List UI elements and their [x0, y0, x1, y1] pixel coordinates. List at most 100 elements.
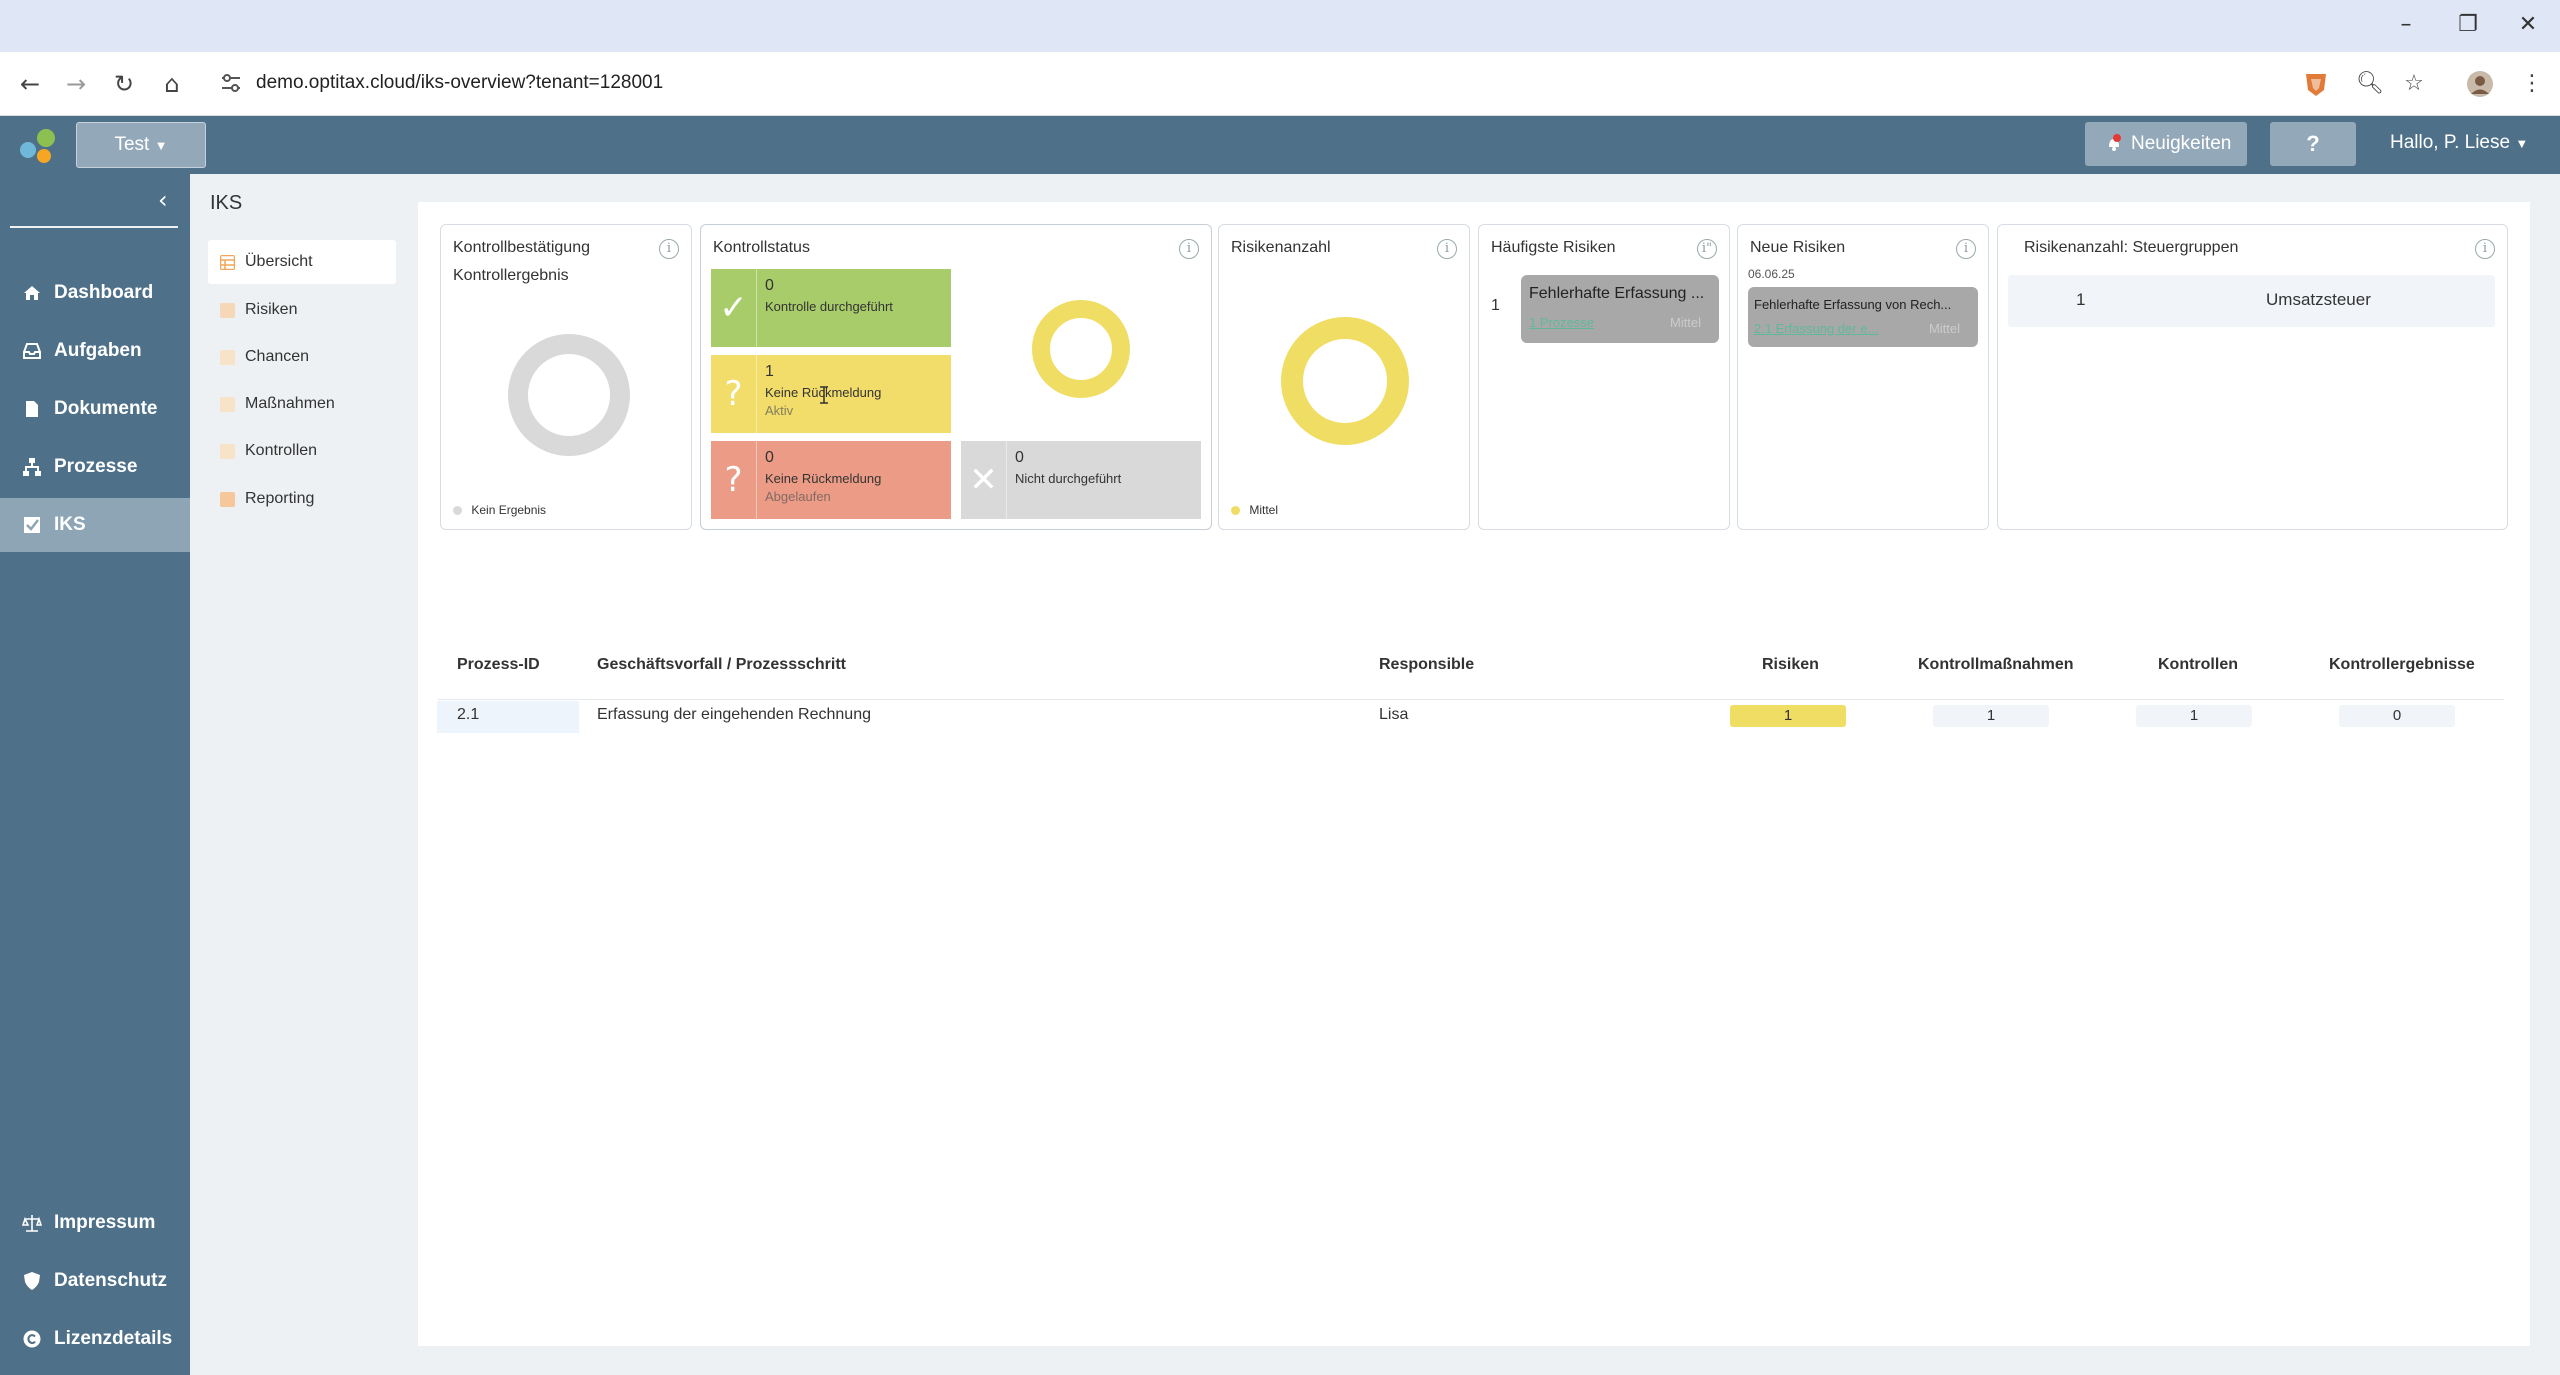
risk-title: Fehlerhafte Erfassung von Rech... — [1754, 297, 1952, 312]
copyright-icon — [23, 1330, 41, 1348]
cell-process-name: Erfassung der eingehenden Rechnung — [597, 706, 871, 723]
sidebar-item-iks[interactable]: IKS — [0, 498, 190, 552]
extension-icon[interactable] — [2300, 68, 2332, 100]
subnav-item-chancen[interactable]: Chancen — [208, 335, 396, 379]
column-header-measures[interactable]: Kontrollmaßnahmen — [1918, 656, 2074, 674]
subnav-item-label: Übersicht — [245, 253, 313, 270]
forward-arrow-icon[interactable]: → — [60, 68, 92, 100]
info-icon[interactable]: i — [1179, 239, 1199, 259]
card-title: Risikenanzahl — [1231, 239, 1331, 256]
news-label: Neuigkeiten — [2131, 133, 2232, 154]
column-header-id[interactable]: Prozess-ID — [457, 656, 540, 674]
document-icon — [26, 401, 38, 417]
info-icon[interactable]: i" — [1697, 239, 1717, 259]
sidebar-item-dokumente[interactable]: Dokumente — [0, 382, 190, 436]
legend-label: Mittel — [1249, 503, 1279, 517]
legend-item[interactable]: Kein Ergebnis — [453, 503, 546, 517]
tax-group-row[interactable]: 1 Umsatzsteuer — [2008, 275, 2495, 327]
status-tile-no-response-expired[interactable]: ? 0 Keine Rückmeldung Abgelaufen — [711, 441, 951, 519]
risk-process-link[interactable]: 2.1 Erfassung der e... — [1754, 321, 1878, 336]
control-result-donut[interactable] — [507, 333, 631, 457]
legend-item[interactable]: Mittel — [1231, 503, 1278, 517]
bookmark-star-icon[interactable]: ☆ — [2398, 68, 2430, 100]
sidebar-item-datenschutz[interactable]: Datenschutz — [0, 1254, 190, 1308]
tile-count: 0 — [1015, 449, 1024, 466]
sidebar-item-label: Dokumente — [54, 398, 158, 419]
app-header: Test ▼ Neuigkeiten ? Hallo, P. Liese ▼ — [0, 116, 2560, 174]
sidebar-item-prozesse[interactable]: Prozesse — [0, 440, 190, 494]
cell-process-id: 2.1 — [457, 706, 480, 723]
info-icon[interactable]: i — [2475, 239, 2495, 259]
home-icon[interactable]: ⌂ — [156, 68, 188, 100]
risk-count-donut[interactable] — [1279, 315, 1411, 447]
card-title: Kontrollstatus — [713, 239, 810, 256]
measure-icon — [220, 397, 235, 412]
cell-responsible: Lisa — [1379, 706, 1409, 723]
status-tile-done[interactable]: ✓ 0 Kontrolle durchgeführt — [711, 269, 951, 347]
subnav-item-kontrollen[interactable]: Kontrollen — [208, 429, 396, 473]
measures-count-badge[interactable]: 1 — [1933, 705, 2049, 727]
sidebar-item-aufgaben[interactable]: Aufgaben — [0, 324, 190, 378]
close-window-button[interactable]: ✕ — [2508, 12, 2548, 37]
subnav-item-massnahmen[interactable]: Maßnahmen — [208, 382, 396, 426]
risk-level: Mittel — [1669, 315, 1701, 330]
top-risk-chip[interactable]: Fehlerhafte Erfassung ... 1 Prozesse Mit… — [1521, 275, 1719, 343]
close-icon: ✕ — [961, 441, 1007, 519]
tile-label: Nicht durchgeführt — [1015, 471, 1122, 486]
column-header-responsible[interactable]: Responsible — [1379, 656, 1474, 674]
column-header-controls[interactable]: Kontrollen — [2158, 656, 2238, 674]
collapse-sidebar-icon[interactable]: ‹ — [158, 186, 168, 214]
chevron-down-icon: ▼ — [154, 138, 168, 153]
tax-group-name: Umsatzsteuer — [2266, 290, 2371, 309]
new-risk-chip[interactable]: Fehlerhafte Erfassung von Rech... 2.1 Er… — [1748, 287, 1978, 347]
info-icon[interactable]: i — [659, 239, 679, 259]
minimize-window-button[interactable]: – — [2386, 12, 2426, 37]
column-header-name[interactable]: Geschäftsvorfall / Prozessschritt — [597, 656, 846, 674]
subnav-item-risiken[interactable]: Risiken — [208, 288, 396, 332]
user-menu[interactable]: Hallo, P. Liese ▼ — [2390, 132, 2528, 154]
status-tile-no-response-active[interactable]: ? 1 Keine Rückmeldung Aktiv — [711, 355, 951, 433]
zoom-icon[interactable]: 🔍︎ — [2354, 68, 2386, 100]
column-header-risks[interactable]: Risiken — [1762, 656, 1819, 674]
home-icon — [24, 286, 40, 300]
subnav-item-label: Reporting — [245, 490, 315, 507]
risk-rank: 1 — [1491, 297, 1500, 314]
status-tile-not-done[interactable]: ✕ 0 Nicht durchgeführt — [961, 441, 1201, 519]
info-icon[interactable]: i — [1437, 239, 1457, 259]
controls-count-badge[interactable]: 1 — [2136, 705, 2252, 727]
app-logo[interactable] — [16, 126, 60, 166]
risk-process-link[interactable]: 1 Prozesse — [1529, 315, 1594, 330]
risk-level: Mittel — [1928, 321, 1960, 336]
sidebar: ‹ Dashboard Aufgaben Dokumente Prozesse … — [0, 174, 190, 1375]
browser-titlebar: – ❐ ✕ — [0, 0, 2560, 52]
site-settings-icon[interactable] — [218, 70, 244, 96]
control-icon — [220, 444, 235, 459]
control-status-donut[interactable] — [1031, 299, 1131, 399]
tax-group-count: 1 — [2076, 290, 2086, 309]
sidebar-item-label: IKS — [54, 514, 86, 535]
subnav-item-reporting[interactable]: Reporting — [208, 477, 396, 521]
card-title: Kontrollbestätigung — [453, 239, 590, 256]
subnav-item-uebersicht[interactable]: Übersicht — [208, 240, 396, 284]
results-count-badge[interactable]: 0 — [2339, 705, 2455, 727]
legend-label: Kein Ergebnis — [471, 503, 547, 517]
risks-count-badge[interactable]: 1 — [1730, 705, 1846, 727]
restore-window-button[interactable]: ❐ — [2448, 12, 2488, 37]
check-icon: ✓ — [711, 269, 757, 347]
legend-dot — [1231, 506, 1240, 515]
news-button[interactable]: Neuigkeiten — [2085, 122, 2247, 166]
tenant-dropdown-button[interactable]: Test ▼ — [76, 122, 206, 168]
sidebar-item-dashboard[interactable]: Dashboard — [0, 266, 190, 320]
browser-menu-icon[interactable]: ⋮ — [2516, 68, 2548, 100]
sidebar-item-lizenzdetails[interactable]: Lizenzdetails — [0, 1312, 190, 1366]
help-button[interactable]: ? — [2270, 122, 2356, 166]
tile-sub: Aktiv — [765, 403, 794, 418]
reload-icon[interactable]: ↻ — [108, 68, 140, 100]
info-icon[interactable]: i — [1956, 239, 1976, 259]
column-header-results[interactable]: Kontrollergebnisse — [2329, 656, 2475, 674]
sidebar-item-impressum[interactable]: Impressum — [0, 1196, 190, 1250]
profile-avatar-icon[interactable] — [2464, 68, 2496, 100]
back-arrow-icon[interactable]: ← — [14, 68, 46, 100]
url-field[interactable]: demo.optitax.cloud/iks-overview?tenant=1… — [256, 72, 663, 94]
card-title: Risikenanzahl: Steuergruppen — [2024, 239, 2239, 256]
